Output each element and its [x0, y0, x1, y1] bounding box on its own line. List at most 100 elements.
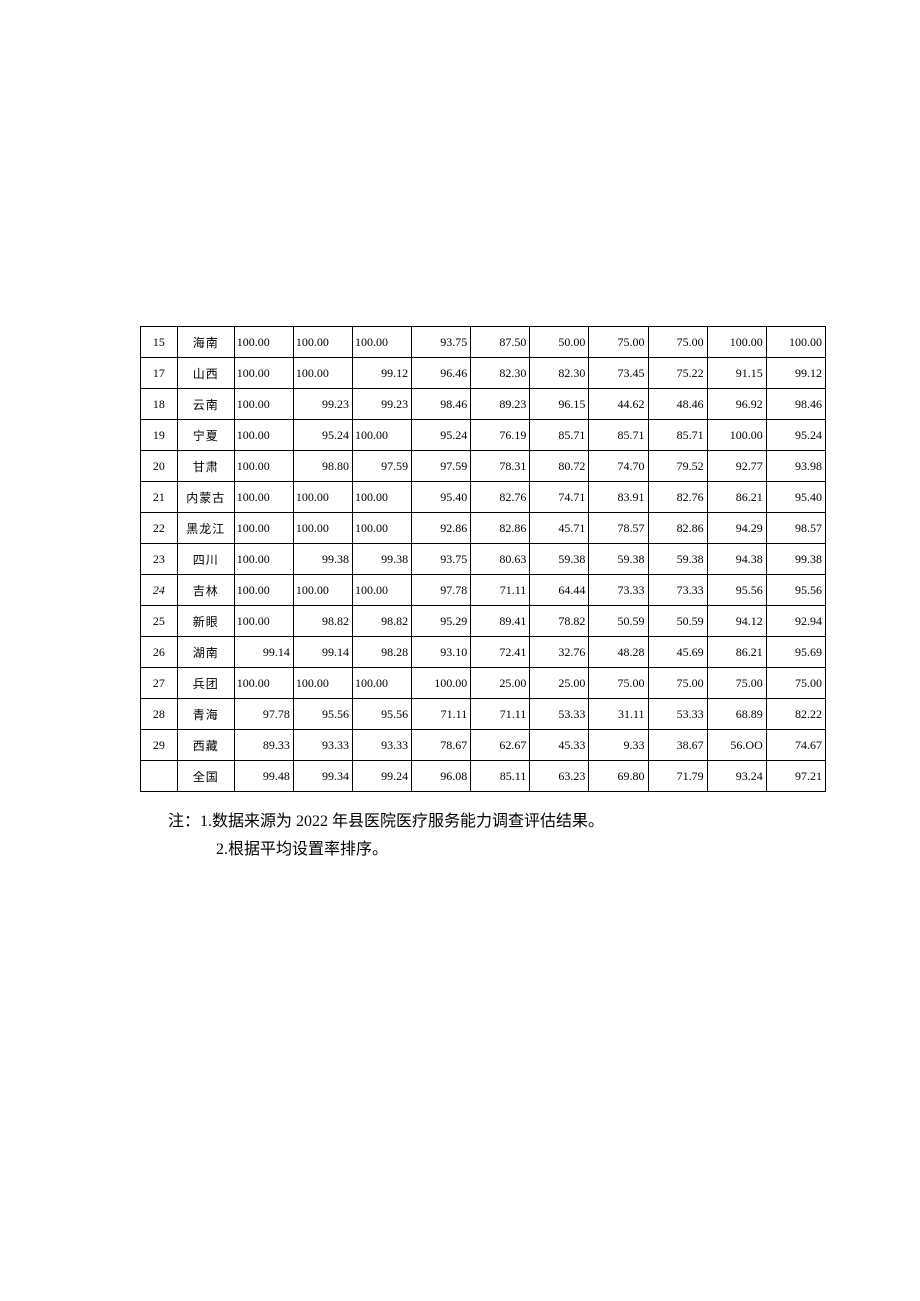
value-cell: 82.30 [530, 358, 589, 389]
rank-cell: 25 [141, 606, 178, 637]
province-cell: 海南 [177, 327, 234, 358]
value-cell: 89.33 [234, 730, 293, 761]
rank-cell: 19 [141, 420, 178, 451]
value-cell: 98.28 [352, 637, 411, 668]
province-cell: 兵团 [177, 668, 234, 699]
table-row: 17山西100.00100.0099.1296.4682.3082.3073.4… [141, 358, 826, 389]
footnote-1: 注：1.数据来源为 2022 年县医院医疗服务能力调查评估结果。 [168, 808, 804, 836]
value-cell: 85.11 [471, 761, 530, 792]
value-cell: 93.75 [412, 544, 471, 575]
rank-cell: 29 [141, 730, 178, 761]
value-cell: 98.80 [293, 451, 352, 482]
value-cell: 71.11 [471, 575, 530, 606]
rank-cell: 22 [141, 513, 178, 544]
value-cell: 78.31 [471, 451, 530, 482]
value-cell: 82.86 [648, 513, 707, 544]
value-cell: 78.67 [412, 730, 471, 761]
value-cell: 100.00 [234, 544, 293, 575]
province-cell: 宁夏 [177, 420, 234, 451]
value-cell: 100.00 [234, 482, 293, 513]
province-cell: 全国 [177, 761, 234, 792]
value-cell: 100.00 [352, 482, 411, 513]
value-cell: 99.38 [293, 544, 352, 575]
table-row: 20甘肃100.0098.8097.5997.5978.3180.7274.70… [141, 451, 826, 482]
rank-cell: 15 [141, 327, 178, 358]
value-cell: 98.82 [293, 606, 352, 637]
value-cell: 95.24 [766, 420, 825, 451]
value-cell: 95.69 [766, 637, 825, 668]
value-cell: 99.23 [352, 389, 411, 420]
value-cell: 45.33 [530, 730, 589, 761]
value-cell: 68.89 [707, 699, 766, 730]
value-cell: 97.59 [412, 451, 471, 482]
value-cell: 100.00 [293, 358, 352, 389]
value-cell: 100.00 [412, 668, 471, 699]
value-cell: 93.33 [293, 730, 352, 761]
value-cell: 93.33 [352, 730, 411, 761]
value-cell: 100.00 [707, 420, 766, 451]
value-cell: 98.46 [412, 389, 471, 420]
value-cell: 71.11 [471, 699, 530, 730]
value-cell: 87.50 [471, 327, 530, 358]
value-cell: 100.00 [234, 575, 293, 606]
value-cell: 100.00 [293, 575, 352, 606]
value-cell: 94.12 [707, 606, 766, 637]
value-cell: 38.67 [648, 730, 707, 761]
value-cell: 62.67 [471, 730, 530, 761]
value-cell: 75.22 [648, 358, 707, 389]
value-cell: 95.56 [766, 575, 825, 606]
value-cell: 71.11 [412, 699, 471, 730]
value-cell: 75.00 [707, 668, 766, 699]
value-cell: 96.08 [412, 761, 471, 792]
value-cell: 92.77 [707, 451, 766, 482]
value-cell: 100.00 [293, 668, 352, 699]
province-cell: 黑龙江 [177, 513, 234, 544]
value-cell: 32.76 [530, 637, 589, 668]
province-cell: 西藏 [177, 730, 234, 761]
value-cell: 99.24 [352, 761, 411, 792]
rank-cell: 28 [141, 699, 178, 730]
value-cell: 100.00 [352, 668, 411, 699]
value-cell: 99.38 [352, 544, 411, 575]
value-cell: 63.23 [530, 761, 589, 792]
value-cell: 80.63 [471, 544, 530, 575]
value-cell: 85.71 [530, 420, 589, 451]
rank-cell: 21 [141, 482, 178, 513]
value-cell: 100.00 [234, 606, 293, 637]
value-cell: 74.70 [589, 451, 648, 482]
rank-cell: 24 [141, 575, 178, 606]
value-cell: 100.00 [234, 420, 293, 451]
value-cell: 75.00 [648, 327, 707, 358]
value-cell: 95.24 [412, 420, 471, 451]
value-cell: 53.33 [530, 699, 589, 730]
value-cell: 95.40 [412, 482, 471, 513]
value-cell: 98.57 [766, 513, 825, 544]
value-cell: 99.34 [293, 761, 352, 792]
value-cell: 100.00 [352, 327, 411, 358]
value-cell: 59.38 [589, 544, 648, 575]
value-cell: 95.56 [352, 699, 411, 730]
value-cell: 82.30 [471, 358, 530, 389]
value-cell: 78.82 [530, 606, 589, 637]
value-cell: 92.86 [412, 513, 471, 544]
value-cell: 79.52 [648, 451, 707, 482]
table-row: 23四川100.0099.3899.3893.7580.6359.3859.38… [141, 544, 826, 575]
value-cell: 100.00 [234, 389, 293, 420]
table-row: 25新眼100.0098.8298.8295.2989.4178.8250.59… [141, 606, 826, 637]
value-cell: 85.71 [589, 420, 648, 451]
rank-cell: 18 [141, 389, 178, 420]
province-cell: 四川 [177, 544, 234, 575]
value-cell: 9.33 [589, 730, 648, 761]
value-cell: 100.00 [352, 575, 411, 606]
rank-cell: 23 [141, 544, 178, 575]
value-cell: 75.00 [589, 327, 648, 358]
value-cell: 94.29 [707, 513, 766, 544]
province-cell: 青海 [177, 699, 234, 730]
rank-cell: 27 [141, 668, 178, 699]
value-cell: 98.46 [766, 389, 825, 420]
value-cell: 100.00 [234, 513, 293, 544]
table-row: 21内蒙古100.00100.00100.0095.4082.7674.7183… [141, 482, 826, 513]
value-cell: 86.21 [707, 637, 766, 668]
table-row: 22黑龙江100.00100.00100.0092.8682.8645.7178… [141, 513, 826, 544]
table-row: 26湖南99.1499.1498.2893.1072.4132.7648.284… [141, 637, 826, 668]
